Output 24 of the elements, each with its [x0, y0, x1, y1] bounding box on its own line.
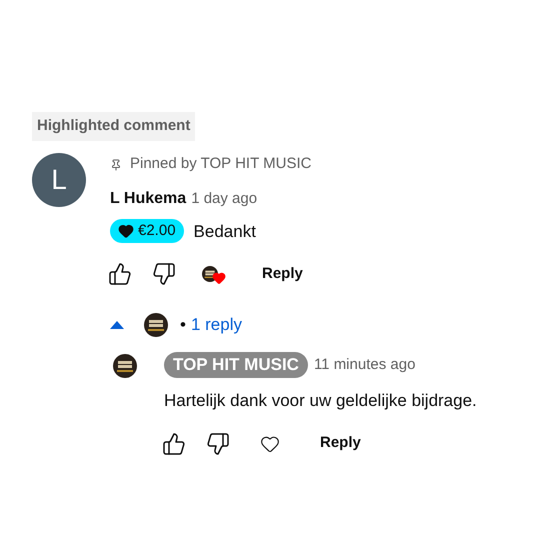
comment-time[interactable]: 1 day ago [191, 188, 258, 210]
pinned-label: Pinned by TOP HIT MUSIC [130, 154, 312, 174]
author-name[interactable]: L Hukema [110, 186, 186, 210]
reply-text: Hartelijk dank voor uw geldelijke bijdrage. [164, 390, 477, 412]
channel-avatar [113, 354, 137, 378]
heart-icon [260, 434, 280, 454]
thumbs-down-icon [206, 432, 230, 456]
user-avatar: L [32, 152, 86, 206]
thumbs-up-icon [108, 262, 132, 286]
thumbs-up-icon [162, 432, 186, 456]
author-name-pill[interactable]: TOP HIT MUSIC [164, 352, 308, 378]
pin-icon [110, 158, 122, 170]
caret-up-icon [110, 321, 124, 329]
highlighted-comment-label: Highlighted comment [32, 112, 196, 140]
heart-icon [212, 271, 226, 285]
comment-text: Bedankt [194, 220, 256, 242]
heart-icon [118, 223, 134, 240]
donation-badge: €2.00 [110, 219, 184, 244]
reply-button[interactable]: Reply [314, 428, 367, 459]
channel-avatar [144, 313, 168, 337]
thumbs-down-icon [152, 262, 176, 286]
replies-toggle[interactable]: • 1 reply [110, 312, 242, 338]
reply-button[interactable]: Reply [256, 258, 309, 290]
reply-time[interactable]: 11 minutes ago [314, 354, 416, 376]
